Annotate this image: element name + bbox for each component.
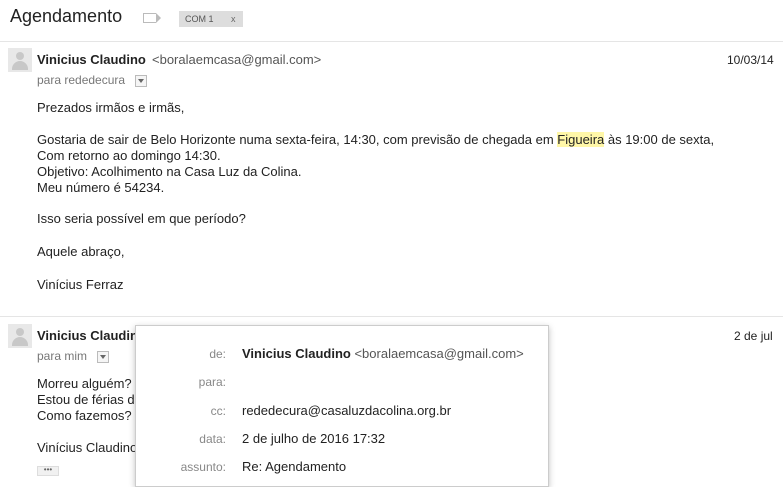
body-line: Meu número é 54234. <box>37 180 165 195</box>
show-details-chevron-down-icon[interactable] <box>135 75 147 87</box>
show-details-chevron-down-icon[interactable] <box>97 351 109 363</box>
recipient-summary: para rededecura <box>37 73 126 87</box>
subject-label: assunto: <box>180 460 226 474</box>
sender-name[interactable]: Vinicius Claudino <box>37 52 146 67</box>
label-chip[interactable]: COM 1 x <box>179 11 243 27</box>
label-icon[interactable] <box>143 13 161 23</box>
message-details-popup: de: Vinicius Claudino <boralaemcasa@gmai… <box>135 325 549 487</box>
body-text: às 19:00 de sexta, <box>604 132 715 147</box>
to-label: para: <box>198 375 226 389</box>
body-line: Com retorno ao domingo 14:30. <box>37 148 221 163</box>
body-line: Aquele abraço, <box>37 244 125 259</box>
subject-value: Re: Agendamento <box>242 459 347 474</box>
avatar-icon <box>8 324 32 348</box>
from-label: de: <box>209 347 226 361</box>
body-line: Estou de férias d <box>37 392 135 407</box>
body-line: Prezados irmãos e irmãs, <box>37 100 185 115</box>
label-chip-remove-button[interactable]: x <box>231 11 236 27</box>
from-email: <boralaemcasa@gmail.com> <box>354 346 524 361</box>
thread-header: Agendamento COM 1 x <box>0 0 783 42</box>
avatar-icon <box>8 48 32 72</box>
message-date[interactable]: 10/03/14 <box>727 53 774 67</box>
sender-email: <boralaemcasa@gmail.com> <box>152 52 322 67</box>
body-line: Objetivo: Acolhimento na Casa Luz da Col… <box>37 164 302 179</box>
label-chip-text: COM 1 <box>185 14 214 24</box>
thread-subject: Agendamento <box>10 6 123 26</box>
message-date[interactable]: 2 de jul <box>734 329 773 343</box>
date-value: 2 de julho de 2016 17:32 <box>242 431 386 446</box>
sender-name[interactable]: Vinicius Claudino <box>37 328 146 343</box>
highlighted-word: Figueira <box>557 132 605 147</box>
body-line: Morreu alguém? <box>37 376 132 391</box>
from-name: Vinicius Claudino <box>242 346 351 361</box>
from-value: Vinicius Claudino <boralaemcasa@gmail.co… <box>242 346 524 361</box>
body-line: Isso seria possível em que período? <box>37 211 246 226</box>
cc-label: cc: <box>210 404 226 418</box>
body-line: Como fazemos? <box>37 408 132 423</box>
body-line: Gostaria de sair de Belo Horizonte numa … <box>37 132 714 147</box>
body-text: Gostaria de sair de Belo Horizonte numa … <box>37 132 558 147</box>
date-label: data: <box>199 432 226 446</box>
body-line: Vinícius Claudino <box>37 440 138 455</box>
message-divider <box>0 316 783 317</box>
cc-value: rededecura@casaluzdacolina.org.br <box>242 403 452 418</box>
body-line: Vinícius Ferraz <box>37 277 124 292</box>
show-trimmed-content-button[interactable]: ••• <box>37 466 59 476</box>
recipient-summary: para mim <box>37 349 88 363</box>
